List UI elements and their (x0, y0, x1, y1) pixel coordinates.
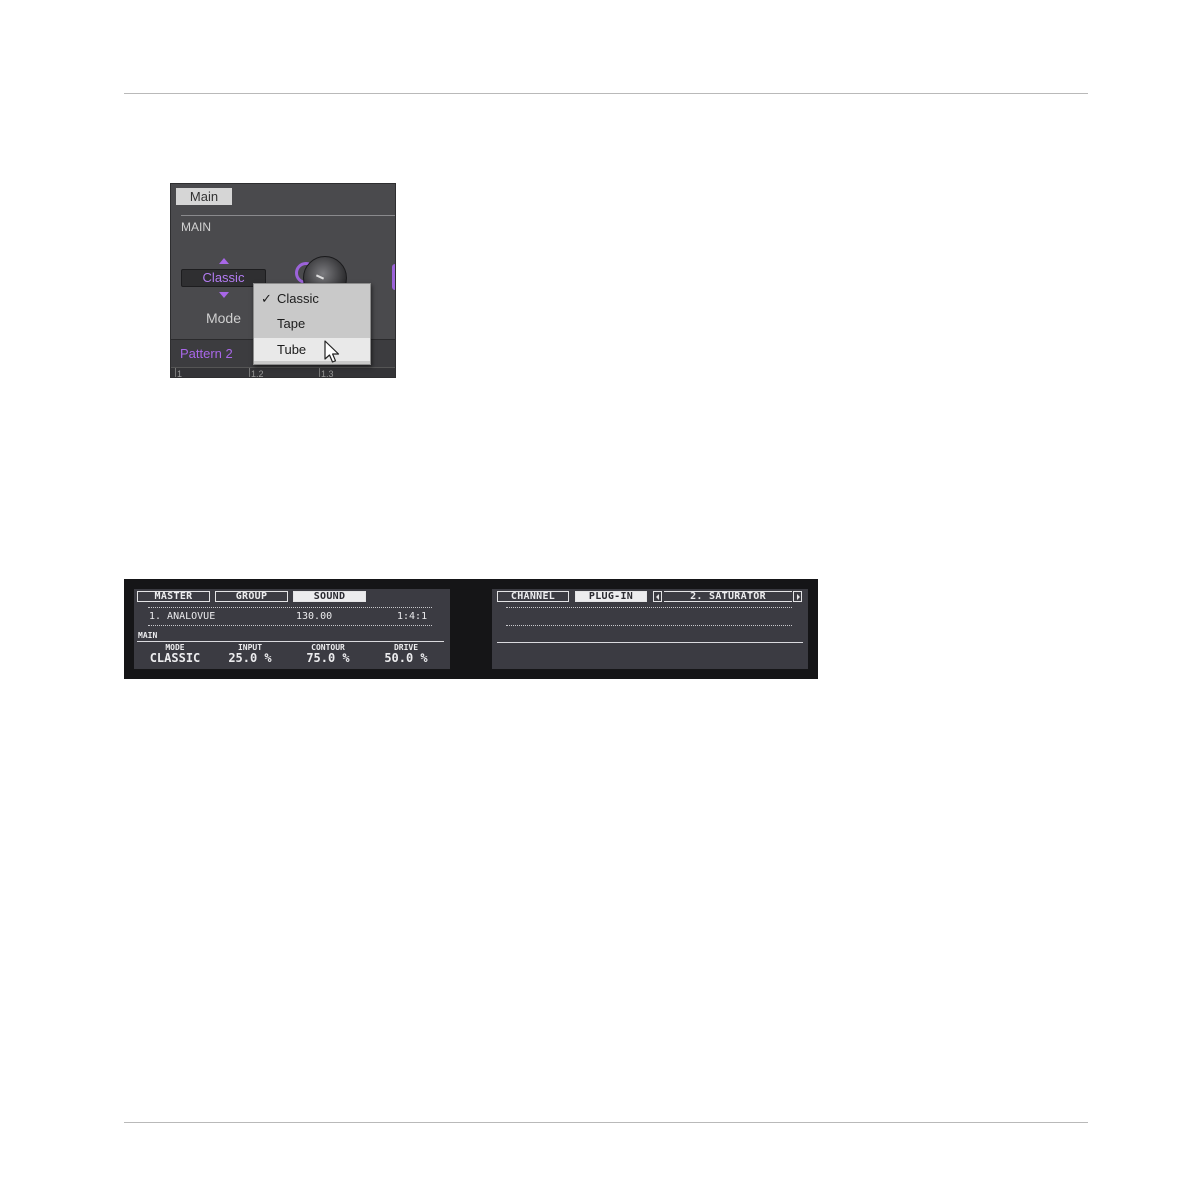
menu-item-tube[interactable]: Tube (254, 338, 370, 361)
dotted-divider (506, 625, 792, 626)
tempo: 130.00 (296, 611, 333, 622)
tab-master[interactable]: MASTER (137, 591, 210, 602)
pattern-name[interactable]: Pattern 2 (180, 346, 233, 361)
menu-item-classic[interactable]: ✓ Classic (254, 287, 370, 310)
tab-main[interactable]: Main (176, 188, 232, 205)
param-drive[interactable]: DRIVE 50.0 % (376, 643, 436, 665)
menu-item-tape[interactable]: Tape (254, 312, 370, 335)
param-value: 50.0 % (384, 651, 428, 665)
menu-item-label: Tape (277, 316, 306, 331)
param-value: 75.0 % (306, 651, 350, 665)
ruler-label: 1.2 (251, 369, 264, 378)
section-divider (497, 642, 803, 643)
tab-sound[interactable]: SOUND (293, 591, 366, 602)
software-screenshot: Main MAIN Classic Mode Pattern 2 1 1.2 1… (170, 183, 396, 378)
menu-item-label: Tube (277, 342, 307, 357)
footer-rule (124, 1122, 1088, 1123)
section-title: MAIN (181, 220, 211, 234)
section-divider (137, 641, 444, 642)
mouse-pointer-icon (324, 340, 340, 363)
param-value: 25.0 % (228, 651, 272, 665)
sound-name: 1. ANALOVUE (149, 611, 216, 622)
check-icon: ✓ (261, 291, 272, 306)
left-display: MASTER GROUP SOUND 1. ANALOVUE 130.00 1:… (134, 589, 450, 669)
dotted-divider (506, 607, 792, 608)
arrow-down-icon[interactable] (219, 292, 229, 298)
param-mode[interactable]: MODE CLASSIC (142, 643, 208, 665)
tab-channel[interactable]: CHANNEL (497, 591, 569, 602)
menu-item-label: Classic (277, 291, 319, 306)
right-display: CHANNEL PLUG-IN 2. SATURATOR (492, 589, 808, 669)
dotted-divider (148, 607, 432, 608)
plugin-slot[interactable]: 2. SATURATOR (664, 591, 792, 602)
mode-dropdown-menu: ✓ Classic Tape Tube (253, 283, 371, 365)
hardware-displays: MASTER GROUP SOUND 1. ANALOVUE 130.00 1:… (124, 579, 818, 679)
section-title: MAIN (138, 631, 158, 640)
tab-plug-in[interactable]: PLUG-IN (575, 591, 647, 602)
slot-next-icon[interactable] (793, 591, 802, 602)
ruler-label: 1.3 (321, 369, 334, 378)
section-divider (181, 215, 395, 216)
dotted-divider (148, 625, 432, 626)
header-rule (124, 93, 1088, 94)
param-input[interactable]: INPUT 25.0 % (220, 643, 280, 665)
arrow-up-icon[interactable] (219, 258, 229, 264)
param-contour[interactable]: CONTOUR 75.0 % (292, 643, 364, 665)
slot-prev-icon[interactable] (653, 591, 662, 602)
param-value: CLASSIC (149, 651, 201, 665)
timeline-ruler: 1 1.2 1.3 (171, 367, 395, 378)
position: 1:4:1 (397, 611, 428, 622)
tab-group[interactable]: GROUP (215, 591, 288, 602)
ruler-label: 1 (177, 369, 183, 378)
next-knob-ring-icon (392, 264, 395, 290)
